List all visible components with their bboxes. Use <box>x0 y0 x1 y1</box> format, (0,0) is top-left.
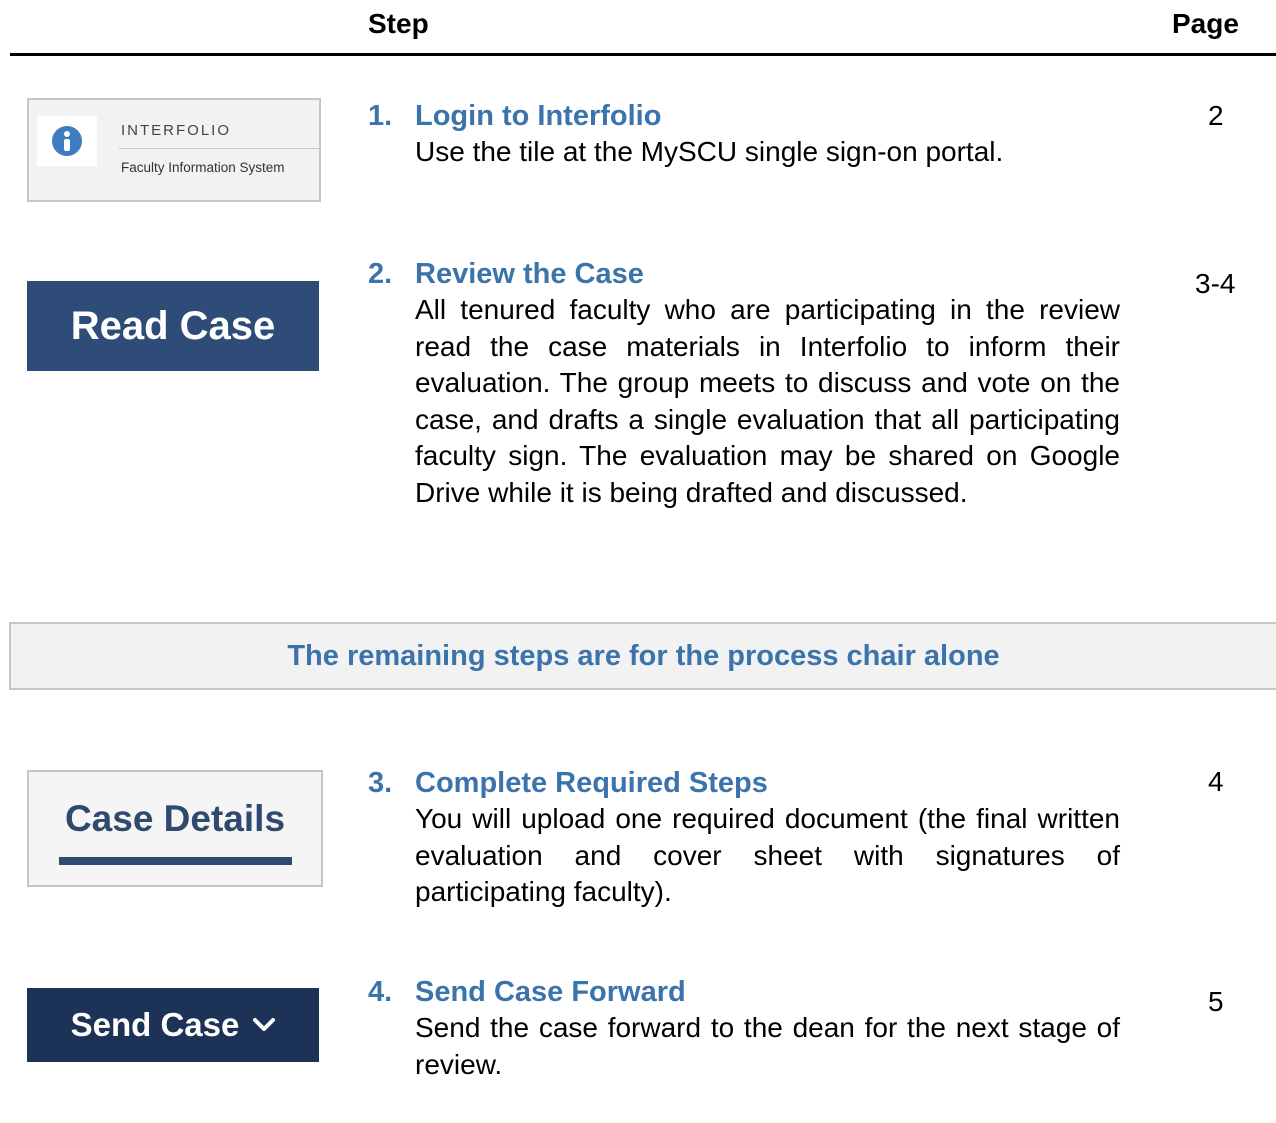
case-details-label: Case Details <box>64 798 286 839</box>
step-number: 1. <box>368 100 393 132</box>
step-description: Send the case forward to the dean for th… <box>415 1012 1120 1080</box>
step-number: 4. <box>368 976 393 1008</box>
step-description: All tenured faculty who are participatin… <box>415 294 1120 508</box>
send-case-label: Send Case <box>70 1006 240 1043</box>
step-description: Use the tile at the MySCU single sign-on… <box>415 136 1004 167</box>
header-rule <box>10 53 1276 56</box>
step-title: 2. Review the Case <box>368 256 1120 292</box>
step-1: 1. Login to Interfolio Use the tile at th… <box>368 98 1120 171</box>
step-title: 1. Login to Interfolio <box>368 98 1120 134</box>
step-title: 3. Complete Required Steps <box>368 765 1120 801</box>
active-tab-underline <box>59 857 292 865</box>
step-1-page: 2 <box>1208 100 1224 131</box>
interfolio-tile[interactable]: INTERFOLIO Faculty Information System <box>27 98 321 202</box>
step-title-text: Send Case Forward <box>415 976 686 1008</box>
process-chair-banner: The remaining steps are for the process … <box>9 622 1276 690</box>
step-title-text: Review the Case <box>415 258 644 290</box>
step-4-page: 5 <box>1208 986 1224 1017</box>
step-description: You will upload one required document (t… <box>415 803 1120 907</box>
chevron-down-icon <box>253 1018 276 1031</box>
step-3: 3. Complete Required Steps You will uploa… <box>368 765 1120 911</box>
interfolio-name: INTERFOLIO <box>121 122 232 139</box>
step-3-page: 4 <box>1208 766 1224 797</box>
step-2: 2. Review the Case All tenured faculty wh… <box>368 256 1120 511</box>
interfolio-subtitle: Faculty Information System <box>121 160 285 175</box>
info-icon <box>52 126 82 156</box>
step-number: 2. <box>368 258 393 290</box>
send-case-button[interactable]: Send Case <box>27 988 319 1062</box>
step-2-page: 3-4 <box>1195 268 1236 299</box>
tile-divider <box>119 148 319 149</box>
step-number: 3. <box>368 767 393 799</box>
step-title: 4. Send Case Forward <box>368 974 1120 1010</box>
step-column-header: Step <box>368 8 429 39</box>
step-title-text: Complete Required Steps <box>415 767 768 799</box>
read-case-button[interactable]: Read Case <box>27 281 319 371</box>
case-details-tab[interactable]: Case Details <box>27 770 323 887</box>
read-case-label: Read Case <box>70 303 276 348</box>
step-4: 4. Send Case Forward Send the case forwar… <box>368 974 1120 1083</box>
page-column-header: Page <box>1172 8 1239 39</box>
info-icon-box <box>37 116 97 166</box>
step-title-text: Login to Interfolio <box>415 100 662 132</box>
